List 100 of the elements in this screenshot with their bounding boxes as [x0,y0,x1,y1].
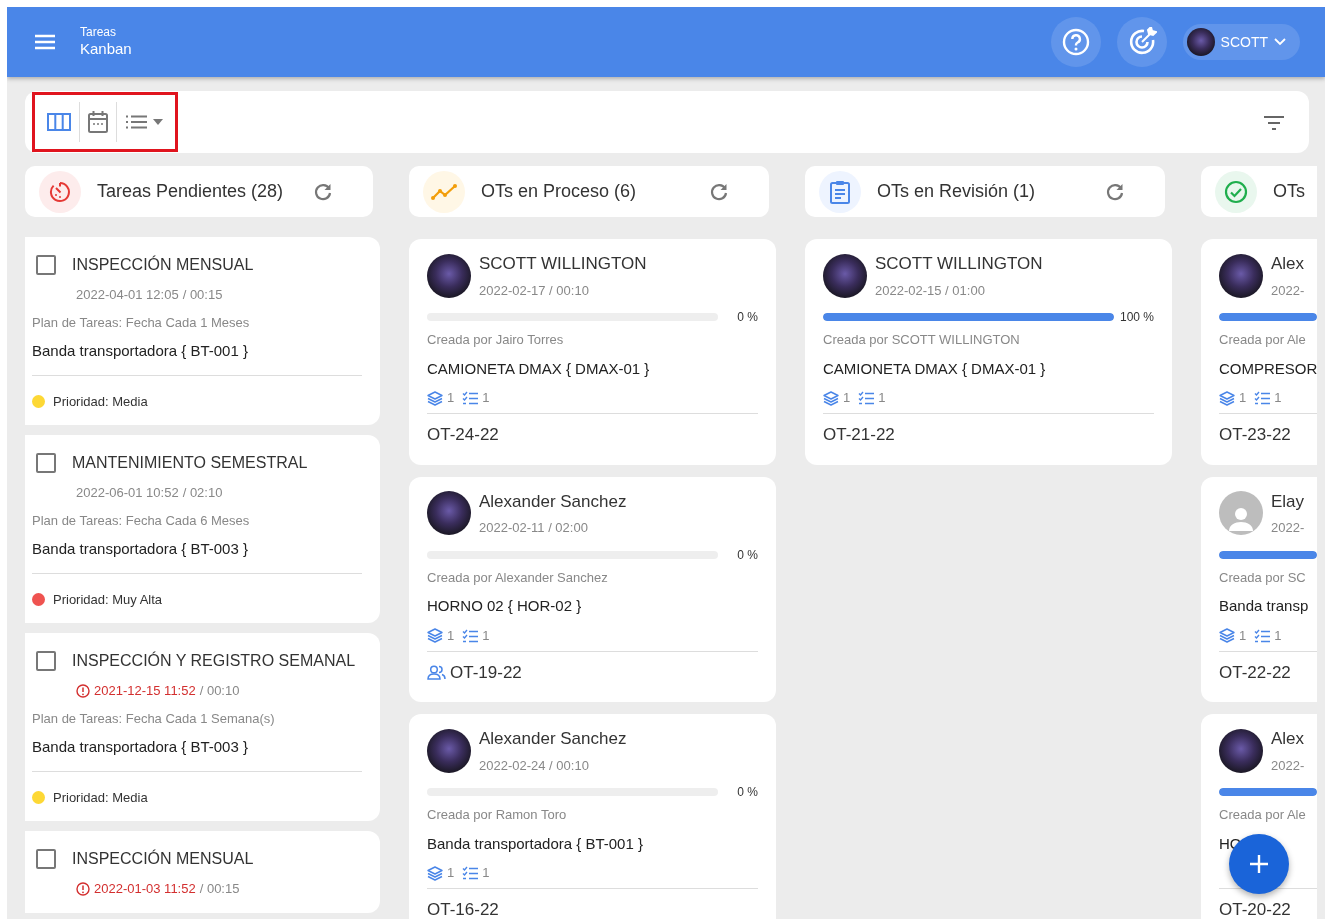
due-date: 2022-04-01 12:05 [76,286,179,304]
layers-icon [427,390,443,406]
work-order-card[interactable]: Alexander Sanchez 2022-02-24 / 00:10 0 % Creada por Ramon Toro Banda transportadora { BT-001 } 1 1 OT-16-22 [409,714,776,919]
refresh-icon[interactable] [1105,181,1125,202]
count: 1 [843,389,851,408]
work-order-id: OT-16-22 [427,899,499,919]
asset-name: CAMIONETA DMAX { DMAX-01 } [823,358,1047,379]
count: 1 [1239,626,1247,645]
due-date: 2022-01-03 11:52 [94,880,196,898]
checklist-icon [462,866,479,880]
count: 1 [447,864,455,883]
creator-text: Creada por Ale [1219,331,1307,349]
column-title: OTs en Revisión (1) [877,180,1036,203]
goals-button[interactable] [1116,17,1167,67]
list-icon [125,115,147,129]
task-card[interactable]: INSPECCIÓN Y REGISTRO SEMANAL 2021-12-15 11:52 / 00:10 Plan de Tareas: Fecha Cada 1 Semana(s) Banda transportadora { BT-003 } Prioridad: Media [25,633,380,821]
count: 1 [482,626,490,645]
date-text: 2022-02-11 / 02:00 [479,519,589,537]
checkbox[interactable] [36,453,56,473]
priority-label: Prioridad: Muy Alta [53,590,163,609]
plus-icon [1249,854,1269,874]
help-icon [1061,28,1090,56]
asset-name: COMPRESOR [1219,358,1318,379]
asset-name: Banda transportadora { BT-003 } [32,539,249,559]
duration: / 00:10 [199,682,240,700]
assignee-name: Alex [1271,253,1305,275]
checklist-icon [1254,628,1271,643]
checklist-icon [462,628,479,643]
date-text: 2022- [1271,281,1305,300]
task-title: INSPECCIÓN MENSUAL [72,848,254,869]
task-card[interactable]: INSPECCIÓN MENSUAL 2022-04-01 12:05 / 00:15 Plan de Tareas: Fecha Cada 1 Meses Banda transportadora { BT-001 } Prioridad: Media [25,237,380,425]
checkbox[interactable] [36,849,56,869]
progress-reading: 100 % [1118,309,1154,326]
task-title: MANTENIMIENTO SEMESTRAL [72,453,308,473]
creator-text: Creada por Alexander Sanchez [427,568,609,587]
creator-text: Creada por SC [1219,568,1307,587]
work-order-id: OT-24-22 [427,424,499,446]
count: 1 [1274,626,1282,645]
assignee-name: Alexander Sanchez [479,490,627,513]
menu-icon[interactable] [34,34,56,50]
task-title: INSPECCIÓN Y REGISTRO SEMANAL [72,650,356,671]
caret-icon [153,119,163,125]
checklist-icon [1254,391,1271,405]
filter-icon[interactable] [1263,115,1285,130]
timer-icon [49,180,71,203]
help-button[interactable] [1050,17,1101,67]
clipboard-icon [830,179,850,204]
chevron-down-icon [1274,38,1286,46]
plan-text: Plan de Tareas: Fecha Cada 6 Meses [32,511,251,530]
asset-name: Banda transportadora { BT-003 } [32,737,249,757]
refresh-icon[interactable] [313,181,333,202]
count: 1 [447,626,455,645]
page-title: Kanban [80,39,132,59]
assignee-name: SCOTT WILLINGTON [479,253,647,275]
creator-text: Creada por SCOTT WILLINGTON [823,331,1021,349]
refresh-icon[interactable] [709,181,729,202]
work-order-card[interactable]: SCOTT WILLINGTON 2022-02-15 / 01:00 100 % Creada por SCOTT WILLINGTON CAMIONETA DMAX { DMAX-01 } 1 1 OT-21-22 [805,239,1172,465]
layers-icon [427,628,443,643]
assignee-name: Alexander Sanchez [479,728,627,750]
checklist-icon [462,391,479,405]
task-card[interactable]: INSPECCIÓN MENSUAL 2022-01-03 11:52 / 00:15 [25,831,380,913]
assignee-name: SCOTT WILLINGTON [875,253,1043,275]
work-order-card[interactable]: SCOTT WILLINGTON 2022-02-17 / 00:10 0 % Creada por Jairo Torres CAMIONETA DMAX { DMAX-01 } 1 1 OT-24-22 [409,239,776,465]
asset-name: Banda transportadora { BT-001 } [427,833,644,854]
column-title: OTs [1273,180,1305,203]
count: 1 [482,389,490,408]
check-circle-icon [1224,179,1248,204]
work-order-card[interactable]: Elay 2022- Creada por SC Banda transp 1 1 OT-22-22 [1201,476,1318,702]
duration: / 02:10 [182,484,223,502]
work-order-id: OT-21-22 [823,424,895,446]
assignee-name: Elay [1271,490,1305,513]
due-date: 2022-06-01 10:52 [76,484,179,502]
date-text: 2022-02-17 / 00:10 [479,281,590,300]
work-order-id: OT-23-22 [1219,424,1291,446]
creator-text: Creada por Ramon Toro [427,806,568,824]
alert-icon [76,683,90,698]
breadcrumb-section: Tareas [80,25,132,40]
creator-text: Creada por Ale [1219,806,1307,824]
checkbox[interactable] [36,255,56,275]
count: 1 [1274,389,1282,408]
creator-text: Creada por Jairo Torres [427,331,565,349]
count: 1 [447,389,455,408]
calendar-icon [88,111,108,133]
columns-icon [47,113,71,131]
priority-label: Prioridad: Media [53,788,148,807]
alert-icon [76,881,90,896]
layers-icon [1219,628,1235,643]
date-text: 2022- [1271,519,1305,537]
checkbox[interactable] [36,651,56,671]
plan-text: Plan de Tareas: Fecha Cada 1 Semana(s) [32,709,276,728]
count: 1 [482,864,490,883]
asset-name: Banda transp [1219,596,1310,616]
task-title: INSPECCIÓN MENSUAL [72,254,254,275]
work-order-card[interactable]: Alex 2022- Creada por Ale COMPRESOR 1 1 OT-23-22 [1201,239,1318,465]
asset-name: Banda transportadora { BT-001 } [32,341,249,361]
work-order-card[interactable]: Alexander Sanchez 2022-02-11 / 02:00 0 % Creada por Alexander Sanchez HORNO 02 { HOR-02 } 1 1 OT-19-22 [409,476,776,702]
task-card[interactable]: MANTENIMIENTO SEMESTRAL 2022-06-01 10:52 / 02:10 Plan de Tareas: Fecha Cada 6 Meses Banda transportadora { BT-003 } Prioridad: Muy Alta [25,435,380,623]
duration: / 00:15 [182,286,223,304]
checklist-icon [858,391,875,405]
count: 1 [878,389,886,408]
